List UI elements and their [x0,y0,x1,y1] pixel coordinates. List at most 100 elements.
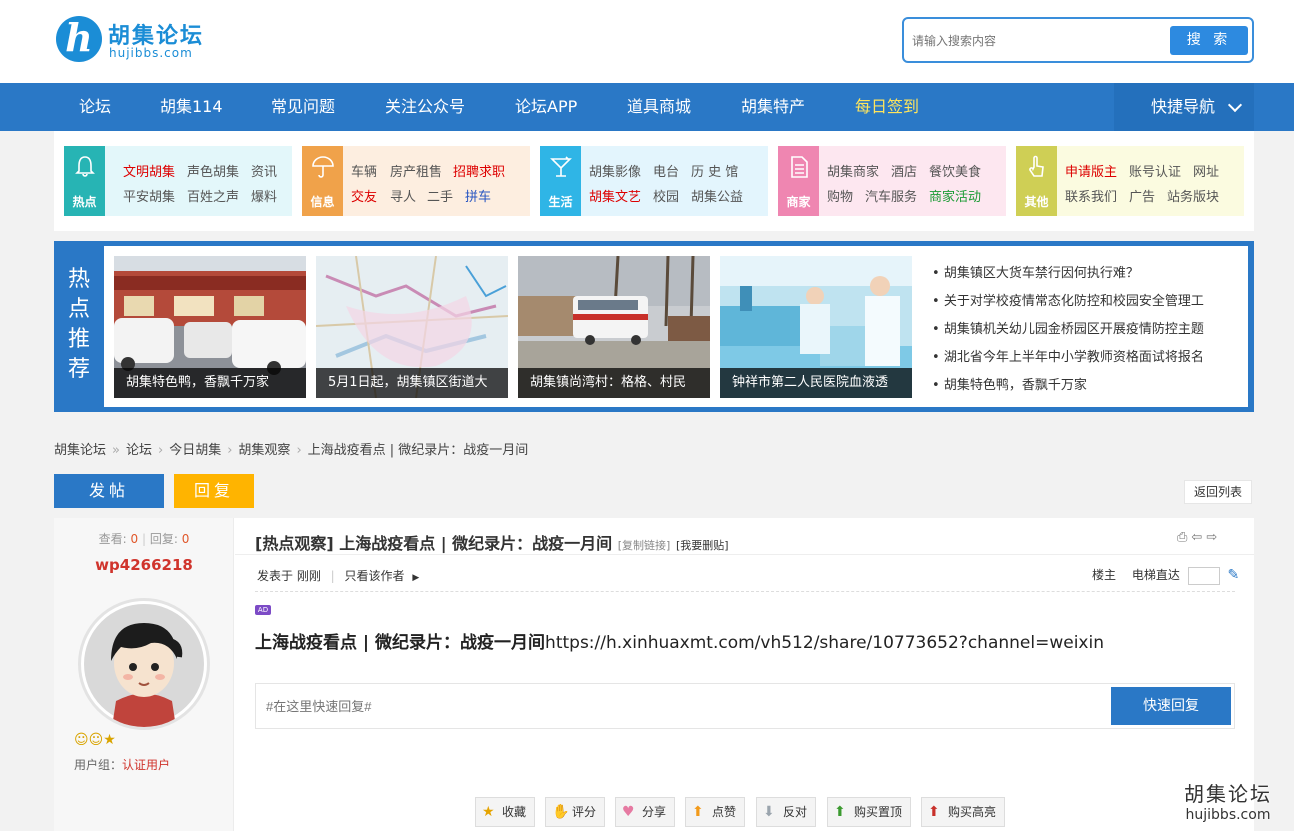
share-button[interactable]: ♥ 分享 [615,797,675,827]
watermark: 胡集论坛 hujibbs.com [1166,778,1290,823]
nav-item-wechat[interactable]: 关注公众号 [385,83,465,131]
floor-input[interactable] [1187,566,1220,585]
cat-link[interactable]: 文明胡集 [123,161,175,180]
copy-link[interactable]: [复制链接] [618,539,671,552]
quick-reply-button[interactable]: 快速回复 [1111,687,1231,725]
cat-link[interactable]: 胡集文艺 [589,186,641,205]
like-button[interactable]: ⬆ 点赞 [685,797,745,827]
hot-list-item[interactable]: • 胡集镇区大货车禁行因何执行难？ [932,260,1242,288]
cat-link[interactable]: 酒店 [891,161,917,180]
favorite-button[interactable]: ★ 收藏 [475,797,535,827]
cat-link[interactable]: 车辆 [351,161,377,180]
cat-link[interactable]: 校园 [653,186,679,205]
category-label: 生活 [548,195,573,209]
main-nav: 论坛 胡集114 常见问题 关注公众号 论坛APP 道具商城 胡集特产 每日签到… [0,83,1294,131]
cat-link[interactable]: 账号认证 [1129,161,1181,180]
cat-link[interactable]: 购物 [827,186,853,205]
cat-link[interactable]: 资讯 [251,161,277,180]
cat-link[interactable]: 寻人 [390,186,416,205]
document-icon [786,154,812,180]
category-hot-badge: 热点 [64,146,105,216]
oppose-button[interactable]: ⬇ 反对 [756,797,816,827]
cat-link[interactable]: 胡集商家 [827,161,879,180]
cat-link[interactable]: 餐饮美食 [929,161,981,180]
cat-link[interactable]: 电台 [653,161,679,180]
nav-item-signin[interactable]: 每日签到 [855,83,919,131]
go-floor-icon[interactable]: ✎ [1228,567,1240,583]
hot-list-item[interactable]: • 关于对学校疫情常态化防控和校园安全管理工 [932,288,1242,316]
cat-link[interactable]: 二手 [427,186,453,205]
hand-pointer-icon [1024,154,1050,180]
cat-link[interactable]: 声色胡集 [187,161,239,180]
thumb-icon: ✋ [552,804,570,820]
cat-link[interactable]: 申请版主 [1065,161,1117,180]
meta-sep: | [330,569,335,583]
nav-item-specialty[interactable]: 胡集特产 [741,83,805,131]
delete-post-link[interactable]: [我要删贴] [676,539,729,552]
hot-list-item[interactable]: • 胡集镇机关幼儿园金桥园区开展疫情防控主题 [932,316,1242,344]
cat-link[interactable]: 商家活动 [929,186,981,205]
buy-highlight-button[interactable]: ⬆ 购买高亮 [921,797,1005,827]
breadcrumb-item[interactable]: 论坛 [126,443,152,458]
divider [255,591,1235,592]
post-stats: 查看: 0 | 回复: 0 [98,532,190,546]
hot-pic[interactable]: 胡集镇尚湾村：格格、村民 [518,256,710,398]
cat-link[interactable]: 房产租售 [390,161,442,180]
hot-pic[interactable]: 5月1日起，胡集镇区街道大 [316,256,508,398]
reply-button[interactable]: 回复 [174,474,254,508]
buy-top-button[interactable]: ⬆ 购买置顶 [827,797,911,827]
post-time: 发表于 刚刚 [257,569,321,583]
quick-nav-button[interactable]: 快捷导航 [1114,83,1254,131]
avatar[interactable] [78,598,210,730]
quick-reply-input[interactable] [266,696,1066,716]
cat-link[interactable]: 爆料 [251,186,277,205]
category-other-badge: 其他 [1016,146,1057,216]
avatar-image [84,604,204,727]
cat-link[interactable]: 联系我们 [1065,186,1117,205]
cat-link[interactable]: 拼车 [465,186,491,205]
print-icon[interactable]: ⎙ [1177,530,1191,545]
back-to-list-button[interactable]: 返回列表 [1184,480,1252,504]
cat-link[interactable]: 百姓之声 [187,186,239,205]
category-info-badge: 信息 [302,146,343,216]
cat-link[interactable]: 网址 [1193,161,1219,180]
cat-link[interactable]: 胡集影像 [589,161,641,180]
cat-link[interactable]: 站务版块 [1167,186,1219,205]
arrow-up-icon: ⬆ [692,804,704,820]
cat-link[interactable]: 汽车服务 [865,186,917,205]
hot-list-item[interactable]: • 胡集特色鸭，香飘千万家 [932,372,1242,400]
nav-item-114[interactable]: 胡集114 [160,83,223,131]
nav-item-app[interactable]: 论坛APP [515,83,577,131]
nav-item-faq[interactable]: 常见问题 [271,83,335,131]
nav-item-forum[interactable]: 论坛 [79,83,111,131]
cat-link[interactable]: 胡集公益 [691,186,743,205]
new-post-button[interactable]: 发帖 [54,474,164,508]
hot-list-item[interactable]: • 湖北省今年上半年中小学教师资格面试将报名 [932,344,1242,372]
next-thread-icon[interactable]: ⇨ [1206,530,1221,545]
author-name[interactable]: wp4266218 [54,556,234,574]
breadcrumb-item[interactable]: 胡集观察 [238,443,290,458]
prev-thread-icon[interactable]: ⇦ [1191,530,1206,545]
cat-link[interactable]: 交友 [351,186,377,205]
search-input[interactable] [912,31,1162,51]
category-info: 信息 车辆 房产租售 招聘求职 交友 寻人 二手 拼车 [302,146,530,216]
view-count: 0 [130,532,139,546]
cat-link[interactable]: 平安胡集 [123,186,175,205]
cat-link[interactable]: 招聘求职 [453,161,505,180]
site-logo[interactable]: h 胡集论坛 hujibbs.com [56,16,226,66]
rate-button[interactable]: ✋ 评分 [545,797,605,827]
category-label: 商家 [786,195,811,209]
hot-pic[interactable]: 钟祥市第二人民医院血液透 [720,256,912,398]
search-button[interactable]: 搜 索 [1170,26,1248,55]
content-link[interactable]: https://h.xinhuaxmt.com/vh512/share/1077… [545,633,1104,653]
cat-link[interactable]: 广告 [1129,186,1155,205]
cat-link[interactable]: 历 史 馆 [691,161,738,180]
breadcrumb-item[interactable]: 上海战疫看点 | 微纪录片：战疫一月间 [308,443,529,458]
hot-pic[interactable]: 胡集特色鸭，香飘千万家 [114,256,306,398]
nav-item-shop[interactable]: 道具商城 [627,83,691,131]
breadcrumb-item[interactable]: 今日胡集 [169,443,221,458]
only-author-link[interactable]: 只看该作者 [345,569,405,583]
breadcrumb-item[interactable]: 胡集论坛 [54,443,106,458]
hot-pic-caption: 5月1日起，胡集镇区街道大 [316,368,508,398]
user-group-value[interactable]: 认证用户 [122,758,170,772]
